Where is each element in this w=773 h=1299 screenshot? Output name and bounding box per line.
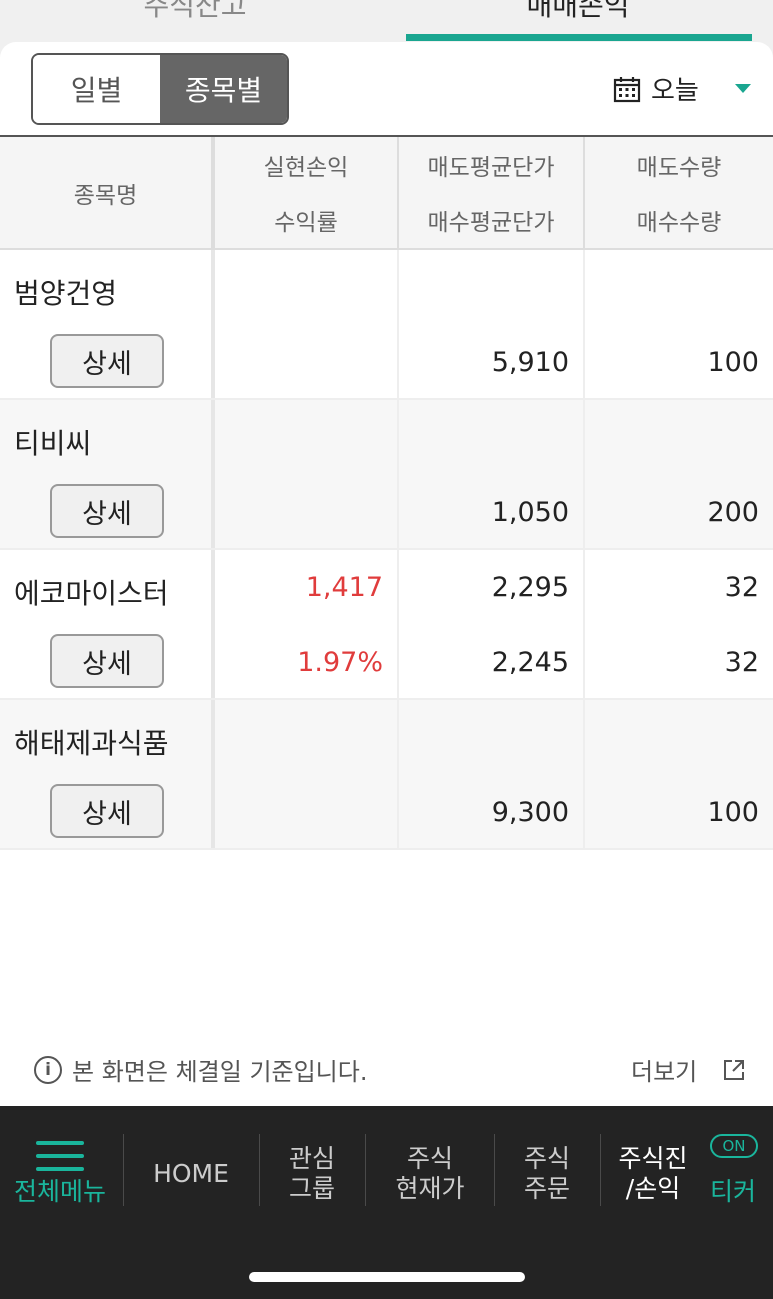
more-label: 더보기 [631, 1058, 698, 1086]
header-buy-qty: 매수수량 [636, 210, 722, 237]
tab-stock-balance[interactable]: 주식잔고 [25, 0, 365, 24]
active-tab-indicator [406, 34, 752, 41]
header-realized-rate: 실현손익 수익률 [215, 137, 399, 248]
nav-stock-price[interactable]: 주식 현재가 [366, 1136, 494, 1212]
calendar-icon [613, 76, 641, 102]
buy-qty: 100 [707, 347, 759, 378]
basis-notice: i 본 화면은 체결일 기준입니다. [34, 1052, 367, 1087]
nav-label: 주식진 [618, 1144, 688, 1173]
detail-button[interactable]: 상세 [50, 784, 164, 838]
hamburger-icon [36, 1141, 84, 1171]
external-link-icon [724, 1059, 745, 1080]
stock-name: 티비씨 [14, 427, 92, 460]
home-indicator[interactable] [249, 1272, 525, 1282]
header-rate: 수익률 [274, 210, 338, 237]
stock-name: 에코마이스터 [14, 577, 169, 610]
nav-label: 주식 [406, 1144, 453, 1173]
table-row[interactable]: 티비씨 상세 1,050 200 [0, 400, 773, 550]
nav-label: 현재가 [395, 1174, 465, 1203]
stock-name: 해태제과식품 [14, 727, 169, 760]
header-sell-avg: 매도평균단가 [427, 154, 555, 181]
segment-by-stock[interactable]: 종목별 [160, 55, 287, 123]
header-name: 종목명 [0, 137, 215, 248]
header-realized: 실현손익 [263, 154, 349, 181]
buy-avg-price: 5,910 [491, 347, 569, 378]
buy-avg-price: 2,245 [491, 647, 569, 678]
buy-qty: 200 [707, 497, 759, 528]
table-row[interactable]: 해태제과식품 상세 9,300 100 [0, 700, 773, 850]
notice-text: 본 화면은 체결일 기준입니다. [72, 1058, 368, 1086]
nav-label: 전체메뉴 [13, 1177, 106, 1206]
chevron-down-icon [734, 84, 751, 93]
more-link[interactable]: 더보기 [631, 1052, 747, 1087]
return-rate: 1.97% [297, 647, 383, 678]
date-selector[interactable]: 오늘 [613, 70, 751, 107]
date-label: 오늘 [651, 76, 699, 106]
nav-stock-order[interactable]: 주식 주문 [495, 1136, 599, 1212]
sell-qty: 32 [724, 572, 759, 603]
segment-daily[interactable]: 일별 [33, 55, 160, 123]
nav-watch-group[interactable]: 관심 그룹 [260, 1136, 364, 1212]
table-header: 종목명 실현손익 수익률 매도평균단가 매수평균단가 매도수량 매수수량 [0, 137, 773, 250]
pnl-table: 종목명 실현손익 수익률 매도평균단가 매수평균단가 매도수량 매수수량 범양건… [0, 135, 773, 850]
header-sell-qty: 매도수량 [636, 154, 722, 181]
view-segmented-control: 일별 종목별 [31, 53, 289, 125]
nav-label: 관심 [288, 1144, 335, 1173]
nav-label: 주문 [523, 1174, 570, 1203]
tab-trade-pnl[interactable]: 매매손익 [408, 0, 748, 24]
buy-avg-price: 1,050 [491, 497, 569, 528]
sell-avg-price: 2,295 [491, 572, 569, 603]
table-row[interactable]: 범양건영 상세 5,910 100 [0, 250, 773, 400]
header-avg-price: 매도평균단가 매수평균단가 [399, 137, 585, 248]
nav-home[interactable]: HOME [124, 1136, 258, 1212]
top-tab-bar: 주식잔고 매매손익 [0, 0, 773, 44]
header-quantity: 매도수량 매수수량 [585, 137, 773, 248]
nav-stock-progress[interactable]: 주식진 /손익 [601, 1136, 705, 1212]
nav-label: /손익 [625, 1174, 681, 1203]
nav-all-menu[interactable]: 전체메뉴 [0, 1136, 120, 1212]
stock-name: 범양건영 [14, 277, 118, 310]
nav-label: HOME [153, 1159, 229, 1188]
realized-pnl: 1,417 [305, 572, 383, 603]
table-row[interactable]: 에코마이스터 상세 1,417 1.97% 2,295 2,245 32 32 [0, 550, 773, 700]
nav-label: 그룹 [288, 1174, 335, 1203]
buy-qty: 100 [707, 797, 759, 828]
ticker-on-toggle[interactable]: ON [710, 1134, 758, 1158]
bottom-navigation: 전체메뉴 HOME 관심 그룹 주식 현재가 주식 주문 주식진 /손익 ON … [0, 1106, 773, 1299]
main-card: 일별 종목별 오늘 종목명 실현손익 수익률 매도평균단가 매수평균단가 매도수… [0, 42, 773, 1106]
detail-button[interactable]: 상세 [50, 334, 164, 388]
buy-qty: 32 [724, 647, 759, 678]
header-buy-avg: 매수평균단가 [427, 210, 555, 237]
info-icon: i [34, 1055, 62, 1084]
buy-avg-price: 9,300 [491, 797, 569, 828]
detail-button[interactable]: 상세 [50, 484, 164, 538]
ticker-label[interactable]: 티커 [710, 1172, 756, 1208]
detail-button[interactable]: 상세 [50, 634, 164, 688]
nav-label: 주식 [523, 1144, 570, 1173]
